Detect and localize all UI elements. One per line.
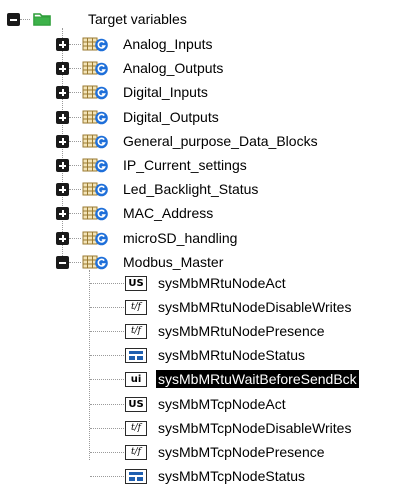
tree-item-label[interactable]: Analog_Outputs bbox=[121, 59, 225, 77]
root-collapse-toggle[interactable] bbox=[7, 13, 20, 26]
struct-icon bbox=[125, 348, 147, 363]
expand-toggle[interactable] bbox=[56, 232, 69, 245]
tree-connector bbox=[69, 92, 81, 93]
expand-toggle[interactable] bbox=[56, 135, 69, 148]
tree-item-label[interactable]: MAC_Address bbox=[121, 204, 215, 222]
tree-item-label[interactable]: Led_Backlight_Status bbox=[121, 180, 260, 198]
tree-item-label[interactable]: sysMbMRtuNodePresence bbox=[156, 322, 327, 340]
expand-toggle[interactable] bbox=[56, 111, 69, 124]
collapse-toggle[interactable] bbox=[56, 256, 69, 269]
tree-item-label[interactable]: Analog_Inputs bbox=[121, 35, 215, 53]
data-block-icon bbox=[82, 134, 108, 149]
boolean-icon: t/f bbox=[125, 421, 147, 436]
tree-connector bbox=[90, 355, 124, 356]
tree-connector bbox=[90, 476, 124, 477]
unsigned-int-icon: ui bbox=[125, 372, 147, 387]
tree-item-label[interactable]: Digital_Outputs bbox=[121, 108, 221, 126]
tree-connector bbox=[90, 404, 124, 405]
tree-connector bbox=[69, 213, 81, 214]
tree-connector bbox=[90, 283, 124, 284]
tree-item-label[interactable]: sysMbMTcpNodeDisableWrites bbox=[156, 419, 353, 437]
data-block-icon bbox=[82, 182, 108, 197]
boolean-icon: t/f bbox=[125, 445, 147, 460]
tree-item-label[interactable]: sysMbMRtuNodeStatus bbox=[156, 346, 307, 364]
expand-toggle[interactable] bbox=[56, 207, 69, 220]
tree-item-label[interactable]: sysMbMRtuNodeDisableWrites bbox=[156, 298, 353, 316]
tree-item-label[interactable]: sysMbMTcpNodePresence bbox=[156, 443, 327, 461]
data-block-icon bbox=[82, 206, 108, 221]
unsigned-short-icon: US bbox=[125, 276, 147, 291]
tree-connector bbox=[69, 238, 81, 239]
tree-connector bbox=[69, 165, 81, 166]
tree-item-label[interactable]: Modbus_Master bbox=[121, 253, 225, 271]
tree-item-label[interactable]: sysMbMTcpNodeAct bbox=[156, 395, 288, 413]
tree-connector bbox=[69, 44, 81, 45]
data-block-icon bbox=[82, 110, 108, 125]
tree-item-label[interactable]: sysMbMTcpNodeStatus bbox=[156, 467, 307, 485]
variables-tree: Target variables Analog_Inputs Analog_Out… bbox=[0, 0, 394, 487]
data-block-icon bbox=[82, 61, 108, 76]
expand-toggle[interactable] bbox=[56, 183, 69, 196]
tree-connector bbox=[90, 331, 124, 332]
folder-icon bbox=[33, 13, 51, 26]
tree-connector bbox=[90, 428, 124, 429]
tree-connector bbox=[69, 141, 81, 142]
data-block-icon bbox=[82, 158, 108, 173]
data-block-icon bbox=[82, 37, 108, 52]
tree-connector bbox=[69, 189, 81, 190]
boolean-icon: t/f bbox=[125, 324, 147, 339]
tree-connector bbox=[69, 262, 81, 263]
tree-connector bbox=[20, 19, 30, 20]
tree-item-label-selected[interactable]: sysMbMRtuWaitBeforeSendBck bbox=[156, 370, 359, 388]
tree-connector bbox=[69, 117, 81, 118]
root-label[interactable]: Target variables bbox=[86, 10, 189, 28]
tree-item-label[interactable]: General_purpose_Data_Blocks bbox=[121, 132, 320, 150]
expand-toggle[interactable] bbox=[56, 159, 69, 172]
unsigned-short-icon: US bbox=[125, 397, 147, 412]
tree-item-label[interactable]: Digital_Inputs bbox=[121, 83, 210, 101]
tree-connector bbox=[69, 68, 81, 69]
struct-icon bbox=[125, 469, 147, 484]
boolean-icon: t/f bbox=[125, 300, 147, 315]
tree-connector bbox=[90, 452, 124, 453]
tree-item-label[interactable]: sysMbMRtuNodeAct bbox=[156, 274, 288, 292]
expand-toggle[interactable] bbox=[56, 86, 69, 99]
expand-toggle[interactable] bbox=[56, 62, 69, 75]
expand-toggle[interactable] bbox=[56, 38, 69, 51]
data-block-icon bbox=[82, 85, 108, 100]
tree-connector bbox=[90, 379, 124, 380]
tree-item-label[interactable]: microSD_handling bbox=[121, 229, 239, 247]
data-block-icon bbox=[82, 255, 108, 270]
data-block-icon bbox=[82, 231, 108, 246]
tree-connector bbox=[89, 270, 90, 460]
tree-connector bbox=[90, 307, 124, 308]
tree-item-label[interactable]: IP_Current_settings bbox=[121, 156, 249, 174]
